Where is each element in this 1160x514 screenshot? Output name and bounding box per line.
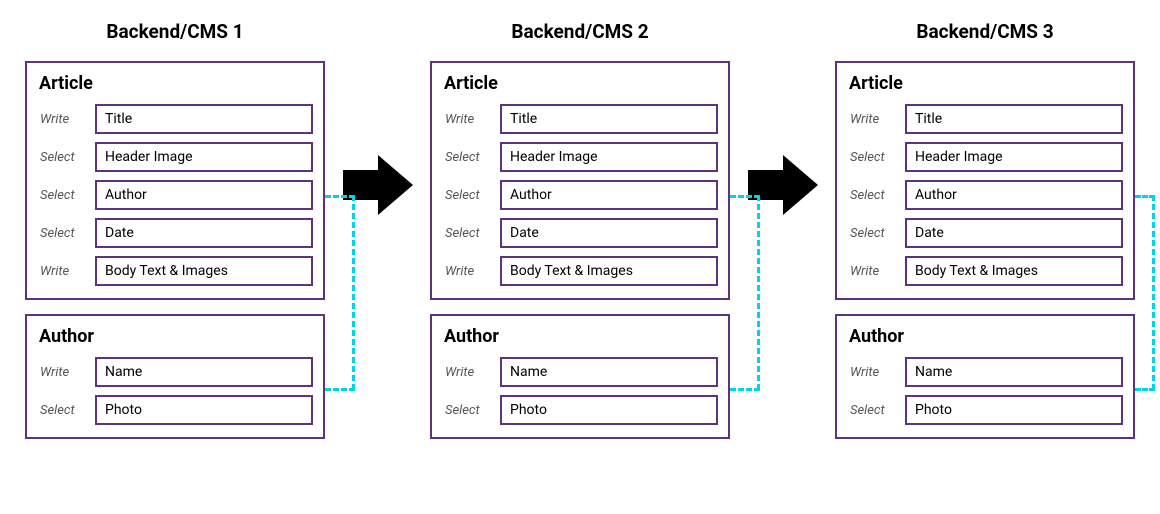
field-box: Body Text & Images bbox=[500, 256, 718, 286]
backend-cms-column-1: Backend/CMS 1 Article Write Title Select… bbox=[25, 20, 325, 453]
field-box: Author bbox=[95, 180, 313, 210]
panel-title: Author bbox=[442, 326, 718, 347]
field-type-label: Select bbox=[847, 188, 905, 203]
field-type-label: Select bbox=[442, 188, 500, 203]
field-box: Author bbox=[905, 180, 1123, 210]
field-type-label: Select bbox=[442, 403, 500, 418]
field-row: Select Photo bbox=[442, 395, 718, 425]
arrow-gap bbox=[325, 20, 430, 320]
field-row: Select Author bbox=[37, 180, 313, 210]
field-row: Select Header Image bbox=[37, 142, 313, 172]
article-panel: Article Write Title Select Header Image … bbox=[430, 61, 730, 300]
panel-title: Author bbox=[37, 326, 313, 347]
arrow-gap bbox=[730, 20, 835, 320]
column-header: Backend/CMS 2 bbox=[430, 20, 730, 43]
field-box: Name bbox=[905, 357, 1123, 387]
field-row: Select Author bbox=[442, 180, 718, 210]
field-row: Select Photo bbox=[37, 395, 313, 425]
diagram-columns: Backend/CMS 1 Article Write Title Select… bbox=[25, 20, 1135, 453]
article-panel: Article Write Title Select Header Image … bbox=[25, 61, 325, 300]
field-box: Title bbox=[500, 104, 718, 134]
backend-cms-column-2: Backend/CMS 2 Article Write Title Select… bbox=[430, 20, 730, 453]
author-panel: Author Write Name Select Photo bbox=[835, 314, 1135, 439]
field-row: Write Name bbox=[847, 357, 1123, 387]
field-box: Name bbox=[95, 357, 313, 387]
connector-line bbox=[757, 195, 760, 390]
field-row: Select Author bbox=[847, 180, 1123, 210]
field-box: Photo bbox=[905, 395, 1123, 425]
field-row: Select Date bbox=[847, 218, 1123, 248]
connector-line bbox=[352, 195, 355, 390]
panel-title: Article bbox=[847, 73, 1123, 94]
connector-line bbox=[1135, 388, 1155, 391]
field-row: Write Name bbox=[442, 357, 718, 387]
field-row: Write Body Text & Images bbox=[442, 256, 718, 286]
panel-title: Author bbox=[847, 326, 1123, 347]
field-type-label: Write bbox=[37, 264, 95, 279]
author-panel: Author Write Name Select Photo bbox=[430, 314, 730, 439]
field-box: Body Text & Images bbox=[905, 256, 1123, 286]
field-type-label: Write bbox=[847, 112, 905, 127]
field-row: Write Title bbox=[442, 104, 718, 134]
field-type-label: Select bbox=[37, 188, 95, 203]
connector-line bbox=[1152, 195, 1155, 390]
panel-title: Article bbox=[442, 73, 718, 94]
field-row: Write Body Text & Images bbox=[37, 256, 313, 286]
panel-title: Article bbox=[37, 73, 313, 94]
field-box: Body Text & Images bbox=[95, 256, 313, 286]
column-header: Backend/CMS 1 bbox=[25, 20, 325, 43]
field-row: Select Header Image bbox=[442, 142, 718, 172]
field-row: Write Body Text & Images bbox=[847, 256, 1123, 286]
field-box: Date bbox=[95, 218, 313, 248]
field-box: Header Image bbox=[905, 142, 1123, 172]
field-type-label: Write bbox=[442, 365, 500, 380]
field-type-label: Select bbox=[847, 403, 905, 418]
field-box: Date bbox=[500, 218, 718, 248]
field-row: Write Name bbox=[37, 357, 313, 387]
field-type-label: Select bbox=[37, 226, 95, 241]
field-box: Date bbox=[905, 218, 1123, 248]
field-row: Select Header Image bbox=[847, 142, 1123, 172]
backend-cms-column-3: Backend/CMS 3 Article Write Title Select… bbox=[835, 20, 1135, 453]
field-box: Header Image bbox=[500, 142, 718, 172]
field-type-label: Write bbox=[37, 112, 95, 127]
field-type-label: Write bbox=[37, 365, 95, 380]
field-type-label: Write bbox=[442, 264, 500, 279]
field-type-label: Select bbox=[442, 226, 500, 241]
field-row: Write Title bbox=[847, 104, 1123, 134]
field-box: Title bbox=[95, 104, 313, 134]
field-box: Name bbox=[500, 357, 718, 387]
field-row: Select Photo bbox=[847, 395, 1123, 425]
field-type-label: Select bbox=[37, 150, 95, 165]
field-box: Header Image bbox=[95, 142, 313, 172]
arrow-right-icon bbox=[338, 150, 418, 220]
connector-line bbox=[730, 388, 760, 391]
connector-line bbox=[325, 195, 355, 198]
arrow-right-icon bbox=[743, 150, 823, 220]
field-row: Select Date bbox=[442, 218, 718, 248]
field-type-label: Write bbox=[442, 112, 500, 127]
field-type-label: Write bbox=[847, 365, 905, 380]
field-type-label: Select bbox=[442, 150, 500, 165]
field-row: Select Date bbox=[37, 218, 313, 248]
field-box: Title bbox=[905, 104, 1123, 134]
field-type-label: Select bbox=[847, 226, 905, 241]
author-panel: Author Write Name Select Photo bbox=[25, 314, 325, 439]
connector-line bbox=[730, 195, 760, 198]
connector-line bbox=[325, 388, 355, 391]
field-type-label: Select bbox=[847, 150, 905, 165]
field-type-label: Write bbox=[847, 264, 905, 279]
field-box: Photo bbox=[500, 395, 718, 425]
field-row: Write Title bbox=[37, 104, 313, 134]
article-panel: Article Write Title Select Header Image … bbox=[835, 61, 1135, 300]
field-type-label: Select bbox=[37, 403, 95, 418]
column-header: Backend/CMS 3 bbox=[835, 20, 1135, 43]
field-box: Photo bbox=[95, 395, 313, 425]
field-box: Author bbox=[500, 180, 718, 210]
